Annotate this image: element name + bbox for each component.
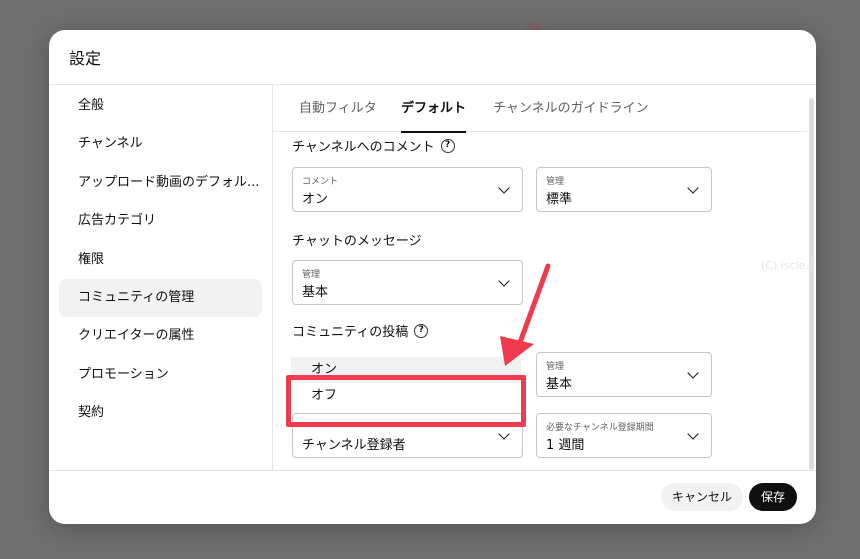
scrollbar[interactable] xyxy=(809,98,814,470)
chat-manage-value: 基本 xyxy=(302,285,329,300)
sidebar-item-agreements[interactable]: 契約 xyxy=(59,394,262,432)
comment-select[interactable]: コメント オン xyxy=(292,167,523,212)
dialog-title: 設定 xyxy=(69,49,102,68)
chevron-down-icon xyxy=(498,275,510,287)
comment-manage-label: 管理 xyxy=(546,177,565,187)
tab-bar: 自動フィルタ デフォルト チャンネルのガイドライン xyxy=(273,85,807,133)
community-period-label: 必要なチャンネル登録期間 xyxy=(546,423,654,433)
tab-defaults[interactable]: デフォルト xyxy=(401,85,467,133)
channel-comments-title: チャンネルへのコメント xyxy=(292,140,435,155)
community-manage-select[interactable]: 管理 基本 xyxy=(536,352,712,397)
chat-messages-title: チャットのメッセージ xyxy=(292,234,422,249)
community-posts-heading: コミュニティの投稿 ? xyxy=(292,321,429,340)
comment-manage-select[interactable]: 管理 標準 xyxy=(536,167,712,212)
comment-select-label: コメント xyxy=(302,177,339,187)
chat-manage-select[interactable]: 管理 基本 xyxy=(292,260,523,305)
footer-divider xyxy=(49,470,816,471)
sidebar-item-permissions[interactable]: 権限 xyxy=(59,241,262,279)
community-manage-value: 基本 xyxy=(546,377,573,392)
sidebar-item-promotion[interactable]: プロモーション xyxy=(59,356,262,394)
chevron-down-icon xyxy=(498,182,510,194)
sidebar-item-channel[interactable]: チャンネル xyxy=(59,125,262,163)
chat-manage-label: 管理 xyxy=(302,270,321,280)
sidebar-item-community[interactable]: コミュニティの管理 xyxy=(59,279,262,317)
help-icon[interactable]: ? xyxy=(414,323,429,338)
sidebar-item-upload-defaults[interactable]: アップロード動画のデフォル... xyxy=(59,164,262,202)
comment-select-value: オン xyxy=(302,192,329,207)
channel-comments-heading: チャンネルへのコメント ? xyxy=(292,136,455,155)
chevron-down-icon xyxy=(498,428,510,440)
sidebar-divider xyxy=(272,85,273,470)
chat-messages-heading: チャットのメッセージ xyxy=(292,230,422,249)
community-posts-title: コミュニティの投稿 xyxy=(292,325,409,340)
settings-sidebar: 全般 チャンネル アップロード動画のデフォル... 広告カテゴリ 権限 コミュニ… xyxy=(49,85,272,470)
community-who-value: チャンネル登録者 xyxy=(302,438,406,453)
tab-auto-filter[interactable]: 自動フィルタ xyxy=(299,85,377,132)
save-button[interactable]: 保存 xyxy=(749,483,797,511)
chevron-down-icon xyxy=(687,182,699,194)
settings-dialog: 設定 全般 チャンネル アップロード動画のデフォル... 広告カテゴリ 権限 コ… xyxy=(49,30,816,524)
watermark: (C) iscle.c xyxy=(761,259,815,272)
community-manage-label: 管理 xyxy=(546,362,565,372)
sidebar-item-ad-category[interactable]: 広告カテゴリ xyxy=(59,202,262,240)
sidebar-item-creator-attributes[interactable]: クリエイターの属性 xyxy=(59,317,262,355)
comment-manage-value: 標準 xyxy=(546,192,573,207)
annotation-highlight-box xyxy=(286,375,526,427)
chevron-down-icon xyxy=(687,367,699,379)
help-icon[interactable]: ? xyxy=(440,138,455,153)
tab-channel-guidelines[interactable]: チャンネルのガイドライン xyxy=(493,85,649,132)
community-period-value: 1 週間 xyxy=(546,438,585,453)
cancel-button[interactable]: キャンセル xyxy=(661,483,743,511)
community-period-select[interactable]: 必要なチャンネル登録期間 1 週間 xyxy=(536,413,712,458)
chevron-down-icon xyxy=(687,428,699,440)
sidebar-item-general[interactable]: 全般 xyxy=(59,87,262,125)
